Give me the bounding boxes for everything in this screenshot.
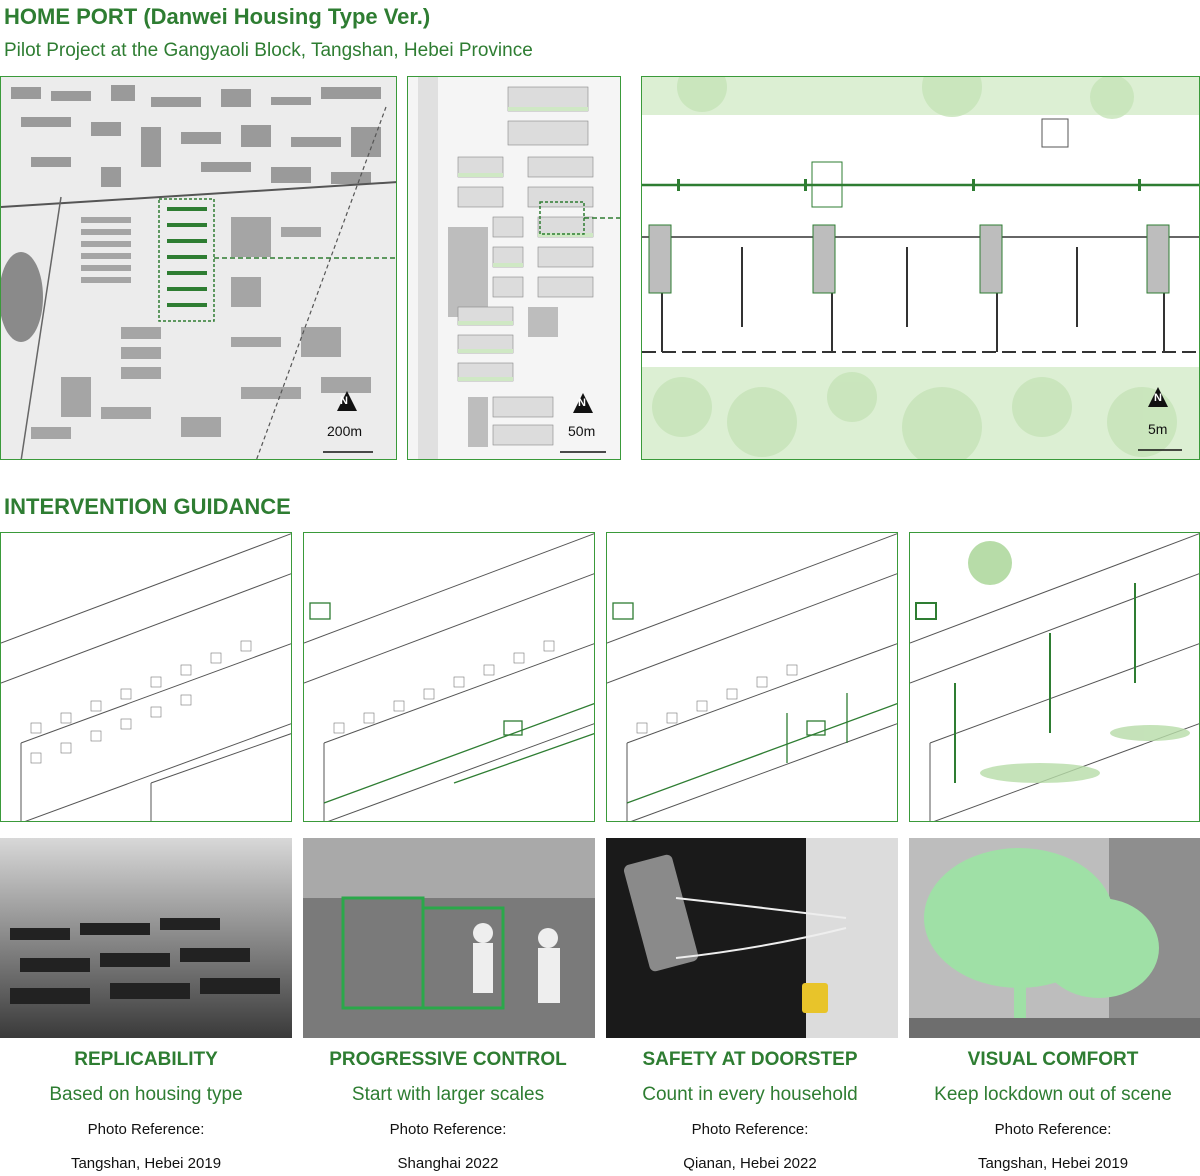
north-label: N [1154,392,1162,404]
caption-ref-place: Qianan, Hebei 2022 [683,1155,817,1172]
block-map-drawing [408,77,620,459]
caption-ref-label: Photo Reference: [87,1121,205,1138]
city-map-panel: N 200m [0,76,397,460]
caption-ref-label: Photo Reference: [389,1121,507,1138]
page-subtitle: Pilot Project at the Gangyaoli Block, Ta… [4,40,533,61]
photo-aerial-housing [0,838,292,1038]
caption-subtitle: Count in every household [642,1084,858,1105]
caption-ref-label: Photo Reference: [994,1121,1112,1138]
axonometric-drawing [1,533,291,821]
axonometric-panel-1 [0,532,292,822]
building-plan-panel: N 5m [641,76,1200,460]
caption-subtitle: Start with larger scales [351,1084,545,1105]
city-map-drawing [1,77,396,459]
caption-ref-place: Tangshan, Hebei 2019 [70,1155,222,1172]
caption-heading: REPLICABILITY [74,1049,218,1070]
caption-ref-label: Photo Reference: [691,1121,809,1138]
photo-door-lock [606,838,898,1038]
caption-heading: SAFETY AT DOORSTEP [642,1049,858,1070]
scale-bar-label: 200m [327,423,363,439]
caption-heading: PROGRESSIVE CONTROL [329,1049,567,1070]
caption-subtitle: Based on housing type [49,1084,243,1105]
north-label: N [578,397,586,409]
axonometric-drawing [910,533,1199,821]
axonometric-drawing [304,533,594,821]
scale-bar-label: 50m [568,423,596,439]
axonometric-drawing [607,533,897,821]
north-label: N [340,395,348,407]
page-title: HOME PORT (Danwei Housing Type Ver.) [4,4,431,29]
section-title: INTERVENTION GUIDANCE [4,494,291,519]
axonometric-panel-2 [303,532,595,822]
caption-ref-place: Shanghai 2022 [397,1155,499,1172]
photo-tree-courtyard [909,838,1200,1038]
caption-heading: VISUAL COMFORT [967,1049,1139,1070]
block-map-panel: N 50m [407,76,621,460]
photo-fenced-lane [303,838,595,1038]
caption-ref-place: Tangshan, Hebei 2019 [977,1155,1129,1172]
axonometric-panel-4 [909,532,1200,822]
axonometric-panel-3 [606,532,898,822]
scale-bar-label: 5m [1148,421,1168,437]
caption-subtitle: Keep lockdown out of scene [934,1084,1172,1105]
building-plan-drawing [642,77,1199,459]
